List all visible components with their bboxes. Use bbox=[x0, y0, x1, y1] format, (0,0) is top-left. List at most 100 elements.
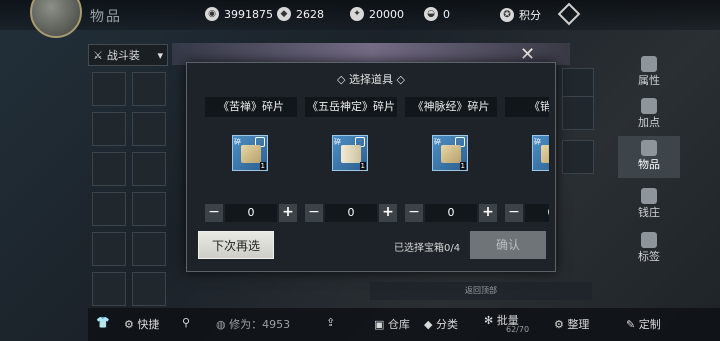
item-slot[interactable] bbox=[132, 192, 166, 226]
classify-label: 分类 bbox=[435, 318, 458, 331]
item-name: 《苦禅》碎片 bbox=[205, 97, 297, 117]
item-card[interactable]: 《销魂天 碎1 − 0 + bbox=[505, 97, 549, 225]
item-slot[interactable] bbox=[132, 152, 166, 186]
minus-button[interactable]: − bbox=[505, 204, 523, 222]
tab-items[interactable]: 物品 bbox=[618, 136, 680, 178]
item-slot[interactable] bbox=[132, 112, 166, 146]
warehouse-label: 仓库 bbox=[387, 318, 410, 331]
dialog-title: ◇ 选择道具 ◇ bbox=[187, 71, 555, 87]
tab-bank-label: 钱庄 bbox=[638, 206, 660, 219]
item-slot[interactable] bbox=[132, 232, 166, 266]
tab-tag[interactable]: 标签 bbox=[618, 228, 680, 270]
fragment-icon: 碎 bbox=[234, 138, 241, 146]
diamond-icon: ◇ bbox=[337, 73, 349, 86]
warehouse-button[interactable]: ▣ 仓库 bbox=[374, 316, 410, 332]
currency-coin[interactable]: ◉ 3991875 bbox=[205, 7, 273, 21]
player-avatar[interactable] bbox=[30, 0, 82, 38]
quantity-value[interactable]: 0 bbox=[525, 204, 549, 222]
item-slot[interactable] bbox=[132, 72, 166, 106]
currency-jade[interactable]: ✦ 20000 bbox=[350, 7, 404, 21]
currency-coin-value: 3991875 bbox=[224, 7, 273, 21]
currency-silver-value: 2628 bbox=[296, 7, 324, 21]
item-slot[interactable] bbox=[92, 112, 126, 146]
items-icon bbox=[641, 140, 657, 156]
plus-button[interactable]: + bbox=[479, 204, 497, 222]
customize-label: 定制 bbox=[638, 318, 661, 331]
currency-points-label: 积分 bbox=[519, 9, 541, 22]
select-later-button[interactable]: 下次再选 bbox=[198, 231, 274, 259]
customize-button[interactable]: ✎ 定制 bbox=[626, 316, 661, 332]
attributes-icon bbox=[641, 56, 657, 72]
sort-button[interactable]: ⚙ 整理 bbox=[554, 316, 589, 332]
tab-attributes-label: 属性 bbox=[638, 74, 660, 87]
points-icon: ✪ bbox=[500, 8, 514, 22]
currency-ingot-value: 0 bbox=[443, 7, 450, 21]
item-slot[interactable] bbox=[92, 232, 126, 266]
fragment-icon: 碎 bbox=[434, 138, 441, 146]
tab-allocate[interactable]: 加点 bbox=[618, 94, 680, 136]
fragment-icon: 碎 bbox=[334, 138, 341, 146]
plus-button[interactable]: + bbox=[379, 204, 397, 222]
quick-button[interactable]: ⚙ 快捷 bbox=[124, 316, 159, 332]
tab-bank[interactable]: 钱庄 bbox=[618, 184, 680, 226]
quantity-value[interactable]: 0 bbox=[425, 204, 477, 222]
equip-filter-dropdown[interactable]: ⚔ 战斗装 ▾ bbox=[88, 44, 168, 66]
minus-button[interactable]: − bbox=[405, 204, 423, 222]
minus-button[interactable]: − bbox=[305, 204, 323, 222]
plus-button[interactable]: + bbox=[279, 204, 297, 222]
quantity-value[interactable]: 0 bbox=[325, 204, 377, 222]
cultivation-icon: ◍ bbox=[216, 318, 230, 331]
quick-label: 快捷 bbox=[137, 318, 160, 331]
scroll-icon bbox=[541, 145, 549, 163]
item-slot[interactable] bbox=[132, 272, 166, 306]
tab-items-label: 物品 bbox=[638, 158, 660, 171]
sword-icon: ⚔ bbox=[93, 48, 103, 62]
gear-icon: ⚙ bbox=[124, 318, 138, 331]
classify-button[interactable]: ◆ 分类 bbox=[424, 316, 458, 332]
item-slot[interactable] bbox=[562, 140, 594, 174]
minus-button[interactable]: − bbox=[205, 204, 223, 222]
item-name: 《神脉经》碎片 bbox=[405, 97, 497, 117]
bank-icon bbox=[641, 188, 657, 204]
batch-count: 62/70 bbox=[506, 325, 530, 334]
item-icon[interactable]: 碎1 bbox=[232, 135, 268, 171]
item-card[interactable]: 《五岳神定》碎片 碎1 − 0 + bbox=[305, 97, 397, 225]
currency-points[interactable]: ✪ 积分 bbox=[500, 7, 541, 23]
equip-filter-label: 战斗装 bbox=[106, 49, 140, 62]
shirt-icon[interactable]: 👕 bbox=[96, 316, 110, 329]
currency-silver[interactable]: ◆ 2628 bbox=[277, 7, 324, 21]
currency-ingot[interactable]: ◒ 0 bbox=[424, 7, 450, 21]
quantity-stepper: − 0 + bbox=[405, 203, 497, 223]
silver-icon: ◆ bbox=[277, 7, 291, 21]
item-name: 《五岳神定》碎片 bbox=[305, 97, 397, 117]
quantity-value[interactable]: 0 bbox=[225, 204, 277, 222]
scroll-icon bbox=[441, 145, 461, 163]
item-count: 1 bbox=[359, 162, 366, 170]
chest-selection-status: 已选择宝箱0/4 bbox=[394, 243, 461, 254]
wrench-icon: ✎ bbox=[626, 318, 639, 331]
item-card[interactable]: 《神脉经》碎片 碎1 − 0 + bbox=[405, 97, 497, 225]
sort-label: 整理 bbox=[567, 318, 590, 331]
item-slot[interactable] bbox=[92, 192, 126, 226]
item-icon[interactable]: 碎1 bbox=[532, 135, 549, 171]
fragment-icon: 碎 bbox=[534, 138, 541, 146]
back-to-top-button[interactable]: 返回顶部 bbox=[370, 282, 592, 300]
item-slot[interactable] bbox=[562, 96, 594, 130]
item-slot[interactable] bbox=[92, 72, 126, 106]
item-icon[interactable]: 碎1 bbox=[432, 135, 468, 171]
item-icon[interactable]: 碎1 bbox=[332, 135, 368, 171]
tag-icon bbox=[641, 232, 657, 248]
tab-attributes[interactable]: 属性 bbox=[618, 52, 680, 94]
confirm-button[interactable]: 确认 bbox=[470, 231, 546, 259]
ingot-icon: ◒ bbox=[424, 7, 438, 21]
item-card[interactable]: 《苦禅》碎片 碎1 − 0 + bbox=[205, 97, 297, 225]
gear-icon: ⚙ bbox=[554, 318, 568, 331]
diamond-icon: ◇ bbox=[393, 73, 405, 86]
item-count: 1 bbox=[259, 162, 266, 170]
item-slot[interactable] bbox=[92, 152, 126, 186]
quantity-stepper: − 0 + bbox=[505, 203, 549, 223]
item-slot[interactable] bbox=[92, 272, 126, 306]
scroll-icon bbox=[241, 145, 261, 163]
search-icon[interactable]: ⚲ bbox=[182, 316, 190, 329]
upload-icon[interactable]: ⇪ bbox=[326, 316, 335, 329]
